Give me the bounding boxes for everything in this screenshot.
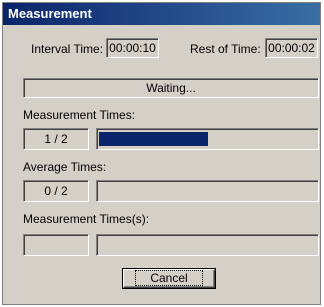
cancel-button-label: Cancel — [135, 270, 203, 286]
interval-time-label: Interval Time: — [31, 42, 104, 56]
status-box: Waiting... — [23, 78, 319, 98]
average-times-count: 0 / 2 — [23, 180, 89, 202]
measurement-times-label: Measurement Times: — [23, 108, 136, 122]
rest-of-time-value: 00:00:02 — [265, 38, 318, 58]
interval-time-value: 00:00:10 — [106, 38, 159, 58]
measurement-times-s-count — [23, 234, 89, 256]
measurement-times-s-label: Measurement Times(s): — [23, 212, 150, 226]
window-title: Measurement — [3, 3, 320, 25]
measurement-times-count: 1 / 2 — [23, 128, 89, 150]
measurement-times-progress-fill — [99, 132, 208, 146]
average-times-label: Average Times: — [23, 160, 107, 174]
cancel-button[interactable]: Cancel — [123, 269, 215, 288]
measurement-times-progress-bar — [96, 128, 319, 150]
rest-of-time-label: Rest of Time: — [190, 42, 261, 56]
average-times-progress-bar — [96, 180, 319, 202]
measurement-dialog: Measurement Interval Time: 00:00:10 Rest… — [2, 2, 321, 305]
measurement-times-s-progress-bar — [96, 234, 319, 256]
